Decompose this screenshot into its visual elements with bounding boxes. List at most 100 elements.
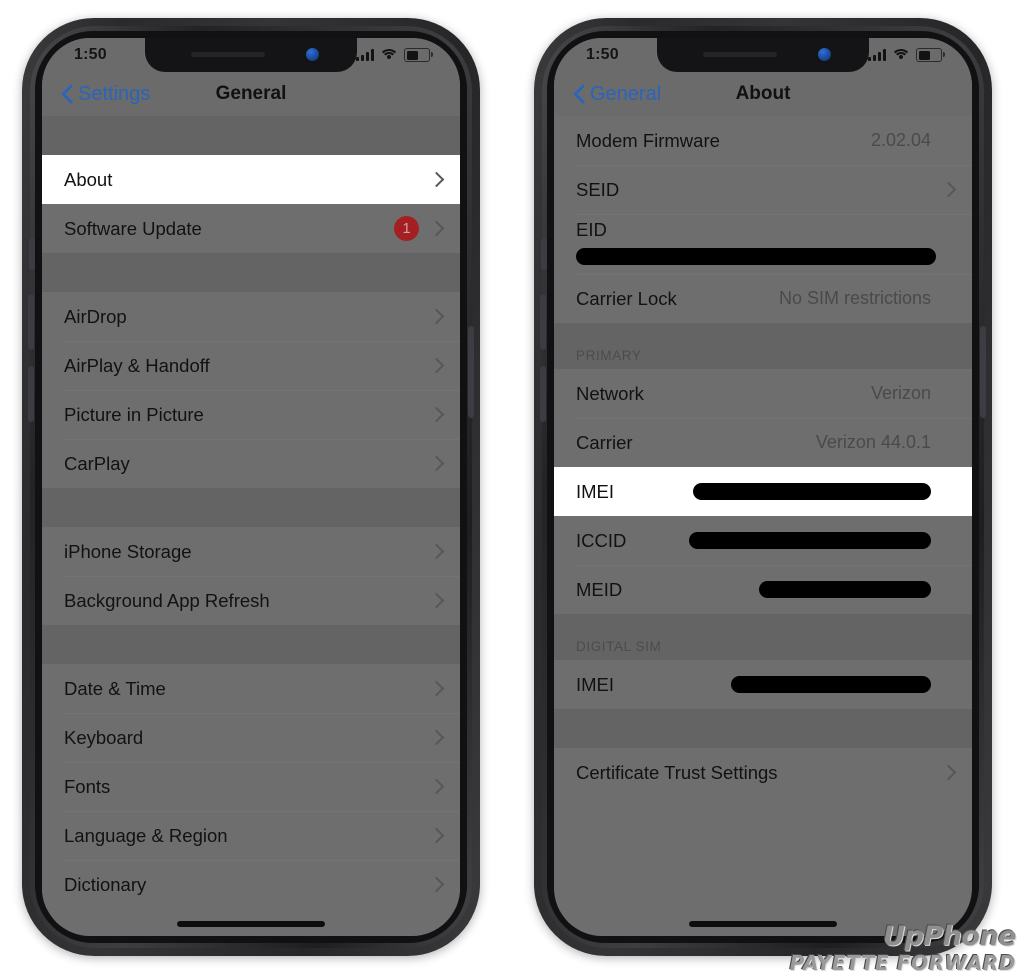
section-gap <box>42 625 460 664</box>
redaction-bar <box>693 483 931 500</box>
list-item-label: AirPlay & Handoff <box>64 354 210 376</box>
list-item[interactable]: Software Update 1 <box>42 204 460 253</box>
back-button-general[interactable]: General <box>554 83 661 106</box>
notch <box>657 38 869 72</box>
list-item[interactable]: CarPlay <box>42 439 460 488</box>
chevron-right-icon <box>431 544 440 559</box>
section-header: DIGITAL SIM <box>554 614 972 660</box>
chevron-right-icon <box>431 730 440 745</box>
chevron-left-icon <box>574 85 585 104</box>
list-item-label: Fonts <box>64 775 111 797</box>
watermark-site: PAYETTE FORWARD <box>789 951 1016 975</box>
list-item-label: Keyboard <box>64 726 144 748</box>
cellular-signal-icon <box>356 49 374 61</box>
list-item[interactable]: Network Verizon <box>554 369 972 418</box>
list-item[interactable]: Carrier Verizon 44.0.1 <box>554 418 972 467</box>
wifi-icon <box>379 49 399 61</box>
list-item[interactable]: iPhone Storage <box>42 527 460 576</box>
battery-icon <box>916 48 945 62</box>
list-item[interactable]: AirDrop <box>42 292 460 341</box>
volume-down-button[interactable] <box>28 366 34 422</box>
list-item-value: No SIM restrictions <box>778 288 931 308</box>
chevron-right-icon <box>431 877 440 892</box>
list-item[interactable]: MEID <box>554 565 972 614</box>
navigation-bar-right: General About <box>554 72 972 116</box>
cellular-signal-icon <box>868 49 886 61</box>
redaction-bar <box>731 676 931 693</box>
back-button-settings[interactable]: Settings <box>42 83 150 106</box>
list-item[interactable]: IMEI <box>554 467 972 516</box>
list-item-label: Carrier Lock <box>576 287 677 309</box>
chevron-right-icon <box>943 765 952 780</box>
list-item[interactable]: AirPlay & Handoff <box>42 341 460 390</box>
earpiece-speaker-icon <box>703 52 777 57</box>
status-time: 1:50 <box>74 46 107 63</box>
list-item-label: About <box>64 168 113 190</box>
list-item[interactable]: Date & Time <box>42 664 460 713</box>
list-item[interactable]: ICCID <box>554 516 972 565</box>
list-item[interactable]: Modem Firmware 2.02.04 <box>554 116 972 165</box>
list-item-label: Background App Refresh <box>64 589 270 611</box>
list-item-label: CarPlay <box>64 452 130 474</box>
section-gap <box>42 116 460 155</box>
list-item-label: Network <box>576 382 644 404</box>
volume-up-button[interactable] <box>540 294 546 350</box>
status-indicators <box>356 48 434 62</box>
home-indicator[interactable] <box>689 921 837 927</box>
redaction-bar <box>576 248 936 265</box>
back-button-label: General <box>590 82 662 105</box>
back-button-label: Settings <box>78 82 151 105</box>
list-item[interactable]: Background App Refresh <box>42 576 460 625</box>
front-camera-icon <box>306 48 319 61</box>
settings-list-about[interactable]: Modem Firmware 2.02.04 SEID EID Carrier Lock… <box>554 116 972 797</box>
list-item-label: SEID <box>576 178 620 200</box>
list-item[interactable]: EID <box>554 214 972 274</box>
home-indicator[interactable] <box>177 921 325 927</box>
list-item-label: Date & Time <box>64 677 166 699</box>
chevron-right-icon <box>431 407 440 422</box>
list-item-label: EID <box>576 219 607 240</box>
list-item[interactable]: Keyboard <box>42 713 460 762</box>
redaction-bar <box>689 532 931 549</box>
chevron-right-icon <box>431 828 440 843</box>
redaction-bar <box>759 581 931 598</box>
watermark: UpPhone PAYETTE FORWARD <box>789 923 1017 975</box>
list-item[interactable]: Dictionary <box>42 860 460 909</box>
list-item-value: Verizon 44.0.1 <box>815 432 931 452</box>
list-item[interactable]: Picture in Picture <box>42 390 460 439</box>
chevron-left-icon <box>62 85 73 104</box>
list-item-label: Dictionary <box>64 873 147 895</box>
list-item-label: Certificate Trust Settings <box>576 761 778 783</box>
chevron-right-icon <box>431 358 440 373</box>
chevron-right-icon <box>431 456 440 471</box>
list-item[interactable]: Certificate Trust Settings <box>554 748 972 797</box>
list-item-label: Carrier <box>576 431 633 453</box>
list-item[interactable]: IMEI <box>554 660 972 709</box>
chevron-right-icon <box>431 172 440 187</box>
list-item-label: Language & Region <box>64 824 228 846</box>
list-item[interactable]: Language & Region <box>42 811 460 860</box>
status-time: 1:50 <box>586 46 619 63</box>
list-item-label: iPhone Storage <box>64 540 192 562</box>
power-button[interactable] <box>468 326 474 418</box>
volume-down-button[interactable] <box>540 366 546 422</box>
list-item[interactable]: About <box>42 155 460 204</box>
chevron-right-icon <box>943 182 952 197</box>
battery-icon <box>404 48 433 62</box>
notification-badge: 1 <box>394 216 419 241</box>
list-item[interactable]: Fonts <box>42 762 460 811</box>
list-item-label: MEID <box>576 578 623 600</box>
status-indicators <box>868 48 946 62</box>
list-item-label: IMEI <box>576 480 615 502</box>
screenshot-canvas: 1:50 Settings General About Software Upda… <box>0 0 1024 977</box>
volume-up-button[interactable] <box>28 294 34 350</box>
chevron-right-icon <box>431 593 440 608</box>
list-item-label: ICCID <box>576 529 627 551</box>
power-button[interactable] <box>980 326 986 418</box>
list-item[interactable]: SEID <box>554 165 972 214</box>
navigation-bar-left: Settings General <box>42 72 460 116</box>
list-item-label: Software Update <box>64 217 202 239</box>
list-item[interactable]: Carrier Lock No SIM restrictions <box>554 274 972 323</box>
settings-list-general[interactable]: About Software Update 1 AirDrop AirPlay & Ha… <box>42 116 460 909</box>
chevron-right-icon <box>431 681 440 696</box>
